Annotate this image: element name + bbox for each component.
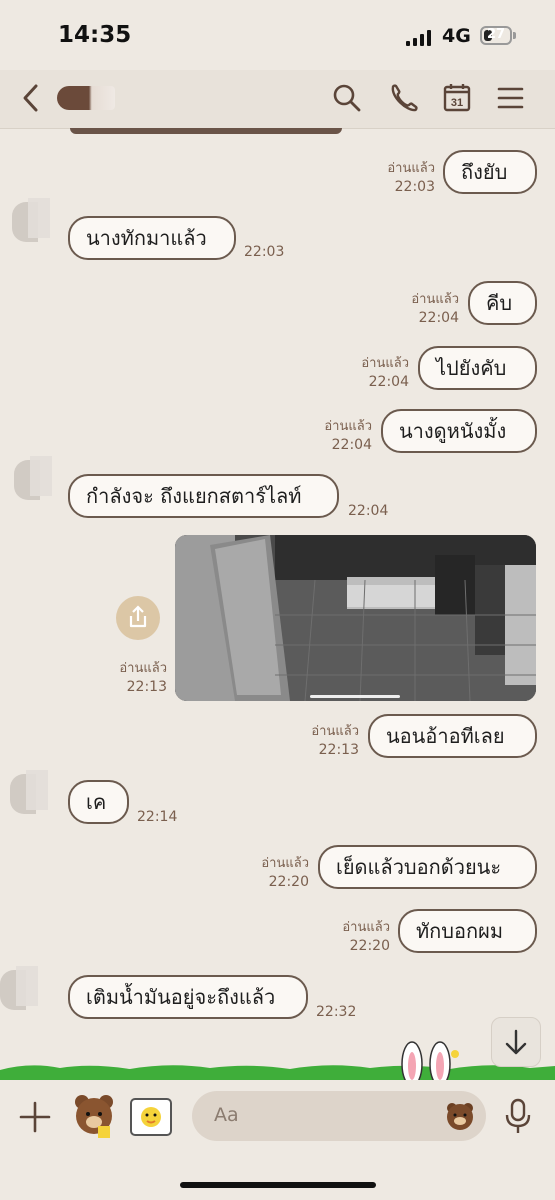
- message-input-placeholder: Aa: [214, 1104, 239, 1126]
- sender-avatar[interactable]: [10, 770, 54, 814]
- calendar-icon[interactable]: 31: [439, 80, 475, 116]
- arrow-down-icon: [505, 1029, 527, 1055]
- sticker-icon[interactable]: [68, 1090, 120, 1142]
- sender-avatar[interactable]: [12, 198, 56, 242]
- previous-photo-edge: [70, 128, 342, 134]
- sender-avatar[interactable]: [14, 456, 58, 500]
- battery-level: 27: [486, 27, 506, 42]
- home-indicator: [180, 1182, 376, 1188]
- menu-icon[interactable]: [493, 80, 529, 116]
- message-meta: อ่านแล้ว 22:04: [324, 419, 372, 453]
- message-meta: อ่านแล้ว 22:20: [342, 920, 390, 954]
- message-meta: อ่านแล้ว 22:13: [311, 724, 359, 758]
- message-bubble-out[interactable]: ไปยังคับ: [418, 346, 537, 390]
- message-bubble-out[interactable]: นางดูหนังมั้ง: [381, 409, 537, 453]
- message-meta: อ่านแล้ว 22:20: [261, 856, 309, 890]
- photo-message[interactable]: [175, 535, 536, 701]
- grass-decoration: [0, 1065, 555, 1080]
- network-type: 4G: [442, 25, 471, 47]
- message-time: 22:32: [316, 1004, 357, 1020]
- message-meta: อ่านแล้ว 22:13: [119, 661, 167, 695]
- status-bar: 14:35 4G 27: [0, 0, 555, 70]
- message-bubble-out[interactable]: คีบ: [468, 281, 537, 325]
- message-time: 22:03: [244, 244, 285, 260]
- phone-icon[interactable]: [385, 80, 421, 116]
- sender-avatar[interactable]: [0, 966, 44, 1010]
- message-meta: อ่านแล้ว 22:04: [411, 292, 459, 326]
- message-bubble-in[interactable]: เค: [68, 780, 129, 824]
- scroll-to-bottom-button[interactable]: [491, 1017, 541, 1067]
- microphone-icon[interactable]: [500, 1096, 536, 1136]
- signal-icon: [406, 30, 434, 46]
- message-bubble-out[interactable]: นอนอ้าอทีเลย: [368, 714, 537, 758]
- message-meta: อ่านแล้ว 22:03: [387, 161, 435, 195]
- bunny-ears-decoration: [401, 1041, 459, 1080]
- emoji-icon[interactable]: [444, 1100, 476, 1132]
- message-input[interactable]: Aa: [192, 1091, 486, 1141]
- contact-avatar[interactable]: [57, 86, 115, 110]
- share-button[interactable]: [116, 596, 160, 640]
- calendar-day: 31: [451, 97, 463, 109]
- message-time: 22:14: [137, 809, 178, 825]
- message-meta: อ่านแล้ว 22:04: [361, 356, 409, 390]
- message-bubble-in[interactable]: เติมน้ำมันอยู่จะถึงแล้ว: [68, 975, 308, 1019]
- search-icon[interactable]: [329, 80, 365, 116]
- plus-icon[interactable]: [16, 1098, 54, 1136]
- back-arrow-icon[interactable]: [14, 80, 50, 116]
- message-bubble-out[interactable]: ถึงยับ: [443, 150, 537, 194]
- share-icon: [129, 605, 147, 628]
- battery-icon: 27: [480, 26, 512, 45]
- message-bubble-in[interactable]: นางทักมาแล้ว: [68, 216, 236, 260]
- gallery-sticker-icon[interactable]: [128, 1096, 174, 1138]
- message-time: 22:04: [348, 503, 389, 519]
- status-time: 14:35: [58, 22, 132, 48]
- message-bubble-in[interactable]: กำลังจะ ถึงแยกสตาร์ไลท์: [68, 474, 339, 518]
- message-bubble-out[interactable]: เย็ดแล้วบอกด้วยนะ: [318, 845, 537, 889]
- message-bubble-out[interactable]: ทักบอกผม: [398, 909, 537, 953]
